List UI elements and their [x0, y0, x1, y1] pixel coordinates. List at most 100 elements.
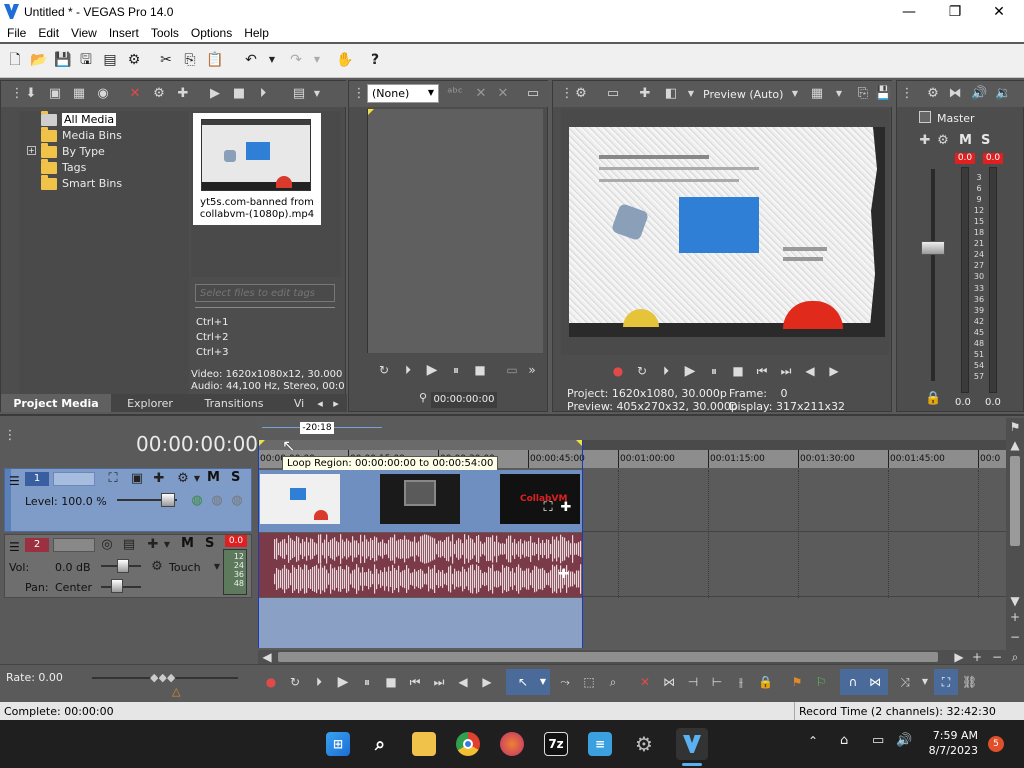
undo-icon[interactable]: ↶ — [243, 52, 259, 68]
save-as-icon[interactable]: 🖫 — [78, 52, 94, 68]
flag-icon[interactable]: ⚑ — [1008, 420, 1022, 434]
rate-slider-handle[interactable]: ◆◆◆ — [150, 671, 175, 684]
overlays-dropdown-icon[interactable]: ▼ — [831, 86, 847, 102]
media-fx-icon[interactable]: ✚ — [175, 86, 191, 102]
preview-properties-icon[interactable]: ⚙ — [573, 86, 589, 102]
scroll-left-icon[interactable]: ◀ — [260, 650, 274, 664]
collapse-icon[interactable]: ☰ — [9, 540, 20, 554]
redo-icon[interactable]: ↷ — [288, 52, 304, 68]
tab-explorer[interactable]: Explorer — [113, 394, 187, 412]
play-from-start-icon[interactable]: ⏵ — [312, 675, 326, 689]
go-to-end-icon[interactable]: ⏭ — [779, 364, 793, 378]
show-hidden-icons-icon[interactable]: ⌃ — [808, 734, 818, 748]
minimize-button[interactable]: — — [886, 0, 932, 24]
vol-slider-handle[interactable] — [117, 559, 129, 573]
7zip-icon[interactable]: 7z — [544, 732, 568, 756]
loop-icon[interactable]: ↻ — [377, 363, 391, 377]
compositing-child-icon[interactable]: ◍ — [189, 493, 205, 509]
capture-icon[interactable]: ▣ — [47, 86, 63, 102]
tree-item-media-bins[interactable]: Media Bins — [41, 126, 122, 143]
dim-output-icon[interactable]: 🔉 — [995, 86, 1011, 102]
lock-event-icon[interactable]: 🔒 — [758, 675, 773, 689]
scrollbar-thumb[interactable] — [1010, 456, 1020, 546]
zoom-out-time-icon[interactable]: − — [990, 650, 1004, 664]
lock-envelopes-toggle[interactable]: ⛶ — [934, 669, 958, 695]
menu-view[interactable]: View — [64, 24, 102, 40]
stop-icon[interactable]: ■ — [473, 363, 487, 377]
master-solo-button[interactable]: S — [981, 133, 990, 148]
loop-start-icon[interactable] — [258, 440, 265, 447]
go-to-start-icon[interactable]: ⏮ — [408, 675, 422, 689]
composite-mode-icon[interactable]: ✚ — [151, 471, 167, 487]
go-to-start-icon[interactable]: ⏮ — [755, 364, 769, 378]
hscrollbar-thumb[interactable] — [278, 652, 938, 662]
copy-icon[interactable]: ⎘ — [182, 52, 198, 68]
remove-media-icon[interactable]: ✕ — [127, 86, 143, 102]
undo-dropdown-icon[interactable]: ▼ — [264, 52, 280, 68]
split-dropdown-icon[interactable]: ▼ — [683, 86, 699, 102]
zoom-in-icon[interactable]: + — [1008, 610, 1022, 624]
menu-edit[interactable]: Edit — [31, 24, 64, 40]
maximize-button[interactable]: ❐ — [932, 0, 978, 24]
add-to-timeline-icon[interactable]: ▭ — [505, 363, 519, 377]
tab-scroll-right-icon[interactable]: ▸ — [329, 394, 343, 412]
lock-icon[interactable]: 🔒 — [925, 391, 941, 407]
menu-insert[interactable]: Insert — [102, 24, 144, 40]
menu-options[interactable]: Options — [184, 24, 237, 40]
spell-check-icon[interactable]: ᵃᵇᶜ — [447, 86, 463, 102]
scroll-right-icon[interactable]: ▶ — [952, 650, 966, 664]
tags-input[interactable] — [195, 284, 335, 302]
pause-icon[interactable]: ⏸ — [449, 363, 463, 377]
track1-mute-button[interactable]: M — [207, 470, 220, 485]
views-icon[interactable]: ▤ — [291, 86, 307, 102]
loop-region[interactable] — [258, 440, 582, 450]
menu-file[interactable]: File — [0, 24, 31, 40]
play-icon[interactable]: ▶ — [683, 364, 697, 378]
delete-icon[interactable]: ✕ — [495, 86, 511, 102]
panel-grip-icon[interactable]: ⋮ — [351, 86, 367, 102]
scroll-down-icon[interactable]: ▼ — [1008, 594, 1022, 608]
automation-mode-dropdown-icon[interactable]: ▼ — [209, 559, 225, 575]
normal-edit-tool[interactable]: ↖ ▼ — [506, 669, 550, 695]
horizontal-scrollbar[interactable]: ◀ ▶ + − ⌕ — [258, 650, 1024, 664]
auto-preview-icon[interactable]: ⏵ — [255, 86, 271, 102]
loop-icon[interactable]: ↻ — [635, 364, 649, 378]
tab-video-fx[interactable]: Vi — [289, 394, 309, 412]
trim-end-icon[interactable]: ⊢ — [710, 675, 724, 689]
pause-icon[interactable]: ⏸ — [707, 364, 721, 378]
settings-icon[interactable]: ⚙ — [632, 732, 656, 756]
close-button[interactable]: ✕ — [976, 0, 1022, 24]
track-name-input[interactable] — [53, 472, 95, 486]
ignore-grouping-icon[interactable]: ⛓ — [962, 675, 977, 689]
tree-item-all-media[interactable]: All Media — [41, 110, 117, 127]
event-fx-icon[interactable]: ✚ — [556, 567, 572, 583]
record-icon[interactable]: ● — [264, 675, 278, 689]
go-to-end-icon[interactable]: ⏭ — [432, 675, 446, 689]
trimmer-view[interactable] — [367, 109, 543, 353]
track1-solo-button[interactable]: S — [231, 470, 240, 485]
timeline-area[interactable]: -20:18 00:00:00:0000:00:15:0000:00:30:00… — [258, 418, 1006, 650]
stop-icon[interactable]: ■ — [384, 675, 398, 689]
stop-icon[interactable]: ■ — [731, 364, 745, 378]
previous-frame-icon[interactable]: ◀ — [803, 364, 817, 378]
selection-tool-icon[interactable]: ⬚ — [582, 675, 596, 689]
overlay-icon[interactable]: ◍ — [229, 493, 245, 509]
quality-dropdown-icon[interactable]: ▼ — [787, 86, 803, 102]
media-properties-icon[interactable]: ⚙ — [151, 86, 167, 102]
split-icon[interactable]: ⫲ — [734, 675, 748, 689]
snap-toggles[interactable]: ∩ ⋈ — [840, 669, 888, 695]
new-project-icon[interactable]: 🗋 — [7, 52, 23, 68]
external-monitor-icon[interactable]: ▭ — [605, 86, 621, 102]
track-motion-icon[interactable]: ⛶ — [105, 471, 121, 487]
master-properties-icon[interactable]: ⚙ — [925, 86, 941, 102]
zoom-in-time-icon[interactable]: + — [970, 650, 984, 664]
play-icon[interactable]: ▶ — [336, 675, 350, 689]
render-icon[interactable]: ▤ — [102, 52, 118, 68]
track2-mute-button[interactable]: M — [181, 536, 194, 551]
track-fx-icon[interactable]: ▤ — [121, 537, 137, 553]
clock[interactable]: 7:59 AM 8/7/2023 — [922, 728, 978, 758]
whats-this-help-icon[interactable]: ? — [367, 52, 383, 68]
motion-dropdown-icon[interactable]: ▼ — [159, 537, 175, 553]
vegas-taskbar-icon[interactable] — [676, 728, 708, 760]
chrome-icon[interactable] — [456, 732, 480, 756]
